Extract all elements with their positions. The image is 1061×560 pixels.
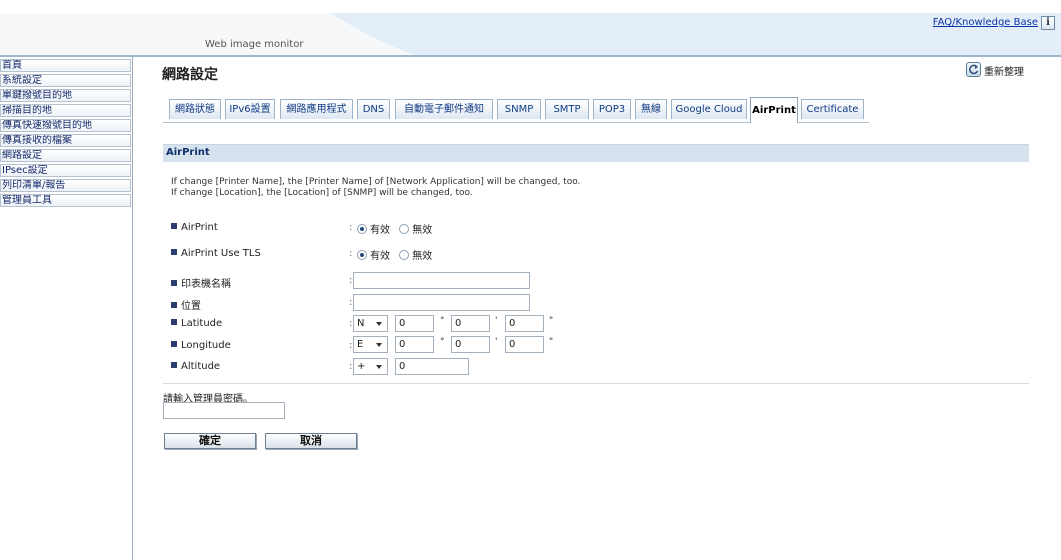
- altitude-label: Altitude: [171, 361, 220, 372]
- admin-password-input[interactable]: [163, 402, 285, 419]
- airprint-tls-label: AirPrint Use TLS: [171, 248, 261, 259]
- minute-unit: ': [495, 337, 498, 347]
- longitude-label: Longitude: [171, 340, 231, 351]
- airprint-tls-disable-radio[interactable]: [399, 250, 410, 260]
- bullet-icon: [171, 302, 177, 308]
- sidebar: 首頁 系統設定 單鍵撥號目的地 掃描目的地 傳真快速撥號目的地 傳真接收的檔案 …: [0, 57, 133, 560]
- colon: :: [349, 318, 353, 329]
- header-divider: [0, 55, 1061, 57]
- tab-snmp[interactable]: SNMP: [497, 99, 541, 119]
- section-header: [163, 144, 1029, 162]
- chevron-down-icon: [376, 322, 382, 326]
- sidebar-item-admin-tools[interactable]: 管理員工具: [0, 194, 131, 207]
- form-divider: [163, 383, 1029, 384]
- location-input[interactable]: [353, 294, 530, 311]
- refresh-label[interactable]: 重新整理: [984, 63, 1024, 78]
- sidebar-item-home[interactable]: 首頁: [0, 59, 131, 72]
- altitude-input[interactable]: 0: [395, 358, 469, 375]
- tab-network-status[interactable]: 網路狀態: [169, 99, 221, 119]
- airprint-disable-radio[interactable]: [399, 224, 410, 234]
- latitude-direction-select[interactable]: N: [353, 315, 388, 332]
- bullet-icon: [171, 280, 177, 286]
- faq-link[interactable]: FAQ/Knowledge Base: [933, 17, 1038, 28]
- colon: :: [349, 297, 353, 308]
- bullet-icon: [171, 249, 177, 255]
- altitude-sign-select[interactable]: +: [353, 358, 388, 375]
- sidebar-item-system-settings[interactable]: 系統設定: [0, 74, 131, 87]
- cancel-button[interactable]: 取消: [265, 433, 357, 449]
- sidebar-item-print-list[interactable]: 列印清單/報告: [0, 179, 131, 192]
- header-swoosh: [0, 13, 1061, 57]
- colon: :: [349, 248, 353, 259]
- latitude-label: Latitude: [171, 318, 222, 329]
- degree-unit: °: [440, 316, 445, 326]
- sidebar-item-network-settings[interactable]: 網路設定: [0, 149, 131, 162]
- bullet-icon: [171, 341, 177, 347]
- page-title: 網路設定: [162, 67, 218, 83]
- sidebar-item-speed-dial[interactable]: 單鍵撥號目的地: [0, 89, 131, 102]
- bullet-icon: [171, 319, 177, 325]
- degree-unit: °: [440, 337, 445, 347]
- ok-button[interactable]: 確定: [164, 433, 256, 449]
- header: Web image monitor FAQ/Knowledge Base i: [0, 0, 1061, 57]
- airprint-enable-radio[interactable]: [357, 224, 367, 234]
- longitude-minutes-input[interactable]: 0: [451, 336, 490, 353]
- longitude-seconds-input[interactable]: 0: [505, 336, 544, 353]
- tab-bar: 網路狀態 IPv6設置 網路應用程式 DNS 自動電子郵件通知 SNMP SMT…: [163, 97, 869, 123]
- tab-smtp[interactable]: SMTP: [545, 99, 589, 119]
- second-unit: ": [549, 316, 554, 326]
- tab-google-cloud[interactable]: Google Cloud: [671, 99, 747, 119]
- bullet-icon: [171, 362, 177, 368]
- longitude-degrees-input[interactable]: 0: [395, 336, 434, 353]
- tab-dns[interactable]: DNS: [357, 99, 390, 119]
- longitude-direction-select[interactable]: E: [353, 336, 388, 353]
- airprint-label: AirPrint: [171, 222, 218, 233]
- colon: :: [349, 361, 353, 372]
- tab-auto-email-notification[interactable]: 自動電子郵件通知: [395, 99, 493, 119]
- note-printer-name: If change [Printer Name], the [Printer N…: [171, 177, 581, 187]
- latitude-degrees-input[interactable]: 0: [395, 315, 434, 332]
- info-icon[interactable]: i: [1041, 16, 1055, 30]
- tab-network-applications[interactable]: 網路應用程式: [280, 99, 353, 119]
- sidebar-item-ipsec[interactable]: IPsec設定: [0, 164, 131, 177]
- location-label: 位置: [171, 297, 201, 312]
- tab-wireless[interactable]: 無線: [635, 99, 667, 119]
- latitude-minutes-input[interactable]: 0: [451, 315, 490, 332]
- tab-pop3[interactable]: POP3: [593, 99, 631, 119]
- printer-name-input[interactable]: [353, 272, 530, 289]
- airprint-tls-enable-radio[interactable]: [357, 250, 367, 260]
- tab-ipv6[interactable]: IPv6設置: [225, 99, 275, 119]
- tab-airprint[interactable]: AirPrint: [750, 97, 798, 123]
- second-unit: ": [549, 337, 554, 347]
- airprint-radio-group: 有效 無效: [357, 221, 438, 236]
- chevron-down-icon: [376, 343, 382, 347]
- sidebar-item-scan-destination[interactable]: 掃描目的地: [0, 104, 131, 117]
- minute-unit: ': [495, 316, 498, 326]
- latitude-seconds-input[interactable]: 0: [505, 315, 544, 332]
- colon: :: [349, 275, 353, 286]
- bullet-icon: [171, 223, 177, 229]
- colon: :: [349, 340, 353, 351]
- app-title: Web image monitor: [205, 39, 304, 50]
- sidebar-item-fax-received[interactable]: 傳真接收的檔案: [0, 134, 131, 147]
- note-location: If change [Location], the [Location] of …: [171, 188, 473, 198]
- printer-name-label: 印表機名稱: [171, 275, 231, 290]
- chevron-down-icon: [376, 365, 382, 369]
- colon: :: [349, 222, 353, 233]
- section-title: AirPrint: [166, 147, 210, 158]
- refresh-icon[interactable]: [966, 62, 981, 77]
- sidebar-item-fax-speed-dial[interactable]: 傳真快速撥號目的地: [0, 119, 131, 132]
- airprint-tls-radio-group: 有效 無效: [357, 247, 438, 262]
- tab-certificate[interactable]: Certificate: [801, 99, 864, 119]
